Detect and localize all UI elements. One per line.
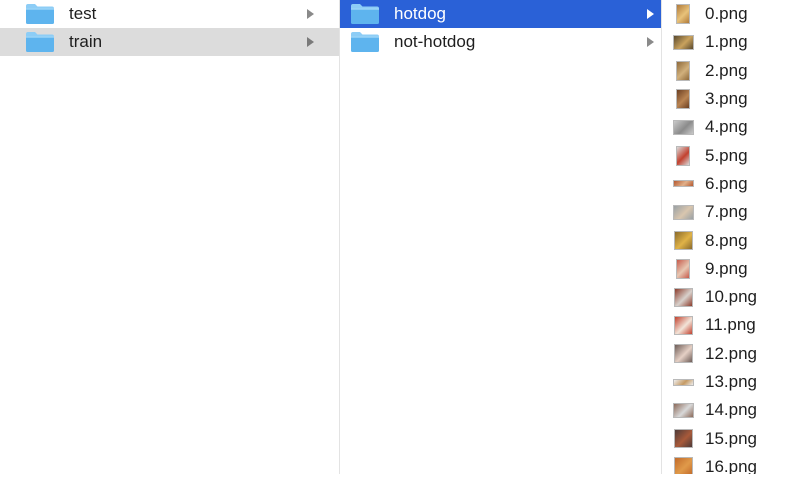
thumbnail-image — [672, 119, 694, 135]
folder-name: train — [69, 32, 103, 51]
disclosure-triangle-icon — [307, 37, 314, 47]
file-row[interactable]: 9.png — [662, 255, 785, 283]
file-row[interactable]: 7.png — [662, 198, 785, 226]
thumbnail-image — [672, 34, 694, 50]
folder-row-train[interactable]: train — [0, 28, 339, 56]
disclosure-triangle-icon — [647, 9, 654, 19]
file-name: 16.png — [705, 456, 757, 474]
file-row[interactable]: 11.png — [662, 311, 785, 339]
file-row[interactable]: 6.png — [662, 170, 785, 198]
image-thumbnail-icon — [672, 173, 694, 195]
thumbnail-image — [676, 4, 690, 25]
column-browser: test train hotdog not-hotdog 0.png 1.png 2… — [0, 0, 785, 482]
file-name: 7.png — [705, 202, 748, 222]
file-row[interactable]: 0.png — [662, 0, 785, 28]
file-row[interactable]: 10.png — [662, 283, 785, 311]
image-thumbnail-icon — [672, 399, 694, 421]
file-name: 15.png — [705, 428, 757, 448]
folder-name: not-hotdog — [394, 32, 476, 51]
image-thumbnail-icon — [672, 314, 694, 336]
thumbnail-image — [676, 145, 690, 166]
disclosure-triangle-icon — [647, 37, 654, 47]
column-train: hotdog not-hotdog — [340, 0, 661, 474]
folder-icon — [26, 4, 54, 24]
image-thumbnail-icon — [672, 230, 694, 252]
file-name: 11.png — [705, 315, 756, 335]
file-name: 9.png — [705, 258, 748, 278]
image-thumbnail-icon — [672, 60, 694, 82]
thumbnail-image — [673, 231, 693, 251]
column-hotdog: 0.png 1.png 2.png 3.png 4.png 5.png 6.png 7.png… — [662, 0, 785, 474]
file-name: 14.png — [705, 400, 757, 420]
folder-row-test[interactable]: test — [0, 0, 339, 28]
file-name: 5.png — [705, 145, 748, 165]
thumbnail-image — [673, 457, 693, 474]
thumbnail-image — [676, 258, 690, 279]
file-name: 3.png — [705, 89, 748, 109]
file-name: 4.png — [705, 117, 748, 137]
image-thumbnail-icon — [672, 31, 694, 53]
folder-row-not-hotdog[interactable]: not-hotdog — [340, 28, 661, 56]
image-thumbnail-icon — [672, 456, 694, 474]
file-name: 1.png — [705, 32, 748, 52]
thumbnail-image — [676, 60, 690, 81]
image-thumbnail-icon — [672, 371, 694, 393]
file-row[interactable]: 14.png — [662, 396, 785, 424]
image-thumbnail-icon — [672, 201, 694, 223]
thumbnail-image — [673, 287, 693, 307]
folder-name: test — [69, 4, 97, 23]
image-thumbnail-icon — [672, 145, 694, 167]
thumbnail-image — [673, 344, 693, 364]
folder-icon — [351, 32, 379, 52]
file-row[interactable]: 16.png — [662, 453, 785, 474]
file-row[interactable]: 2.png — [662, 57, 785, 85]
thumbnail-image — [672, 204, 694, 220]
image-thumbnail-icon — [672, 343, 694, 365]
file-name: 13.png — [705, 372, 757, 391]
file-name: 8.png — [705, 230, 748, 250]
image-thumbnail-icon — [672, 428, 694, 450]
image-thumbnail-icon — [672, 258, 694, 280]
folder-icon — [26, 32, 54, 52]
folder-icon — [351, 4, 379, 24]
column-root: test train — [0, 0, 339, 474]
file-name: 6.png — [705, 173, 748, 193]
image-thumbnail-icon — [672, 286, 694, 308]
file-row[interactable]: 8.png — [662, 226, 785, 254]
thumbnail-image — [676, 89, 690, 110]
thumbnail-image — [673, 429, 693, 449]
thumbnail-image — [672, 378, 694, 386]
thumbnail-image — [673, 315, 693, 335]
file-name: 0.png — [705, 4, 748, 24]
image-thumbnail-icon — [672, 3, 694, 25]
file-row[interactable]: 3.png — [662, 85, 785, 113]
file-name: 10.png — [705, 287, 757, 307]
file-name: 2.png — [705, 60, 748, 80]
file-row[interactable]: 15.png — [662, 424, 785, 452]
file-row[interactable]: 4.png — [662, 113, 785, 141]
folder-row-hotdog[interactable]: hotdog — [340, 0, 661, 28]
disclosure-triangle-icon — [307, 9, 314, 19]
file-name: 12.png — [705, 343, 757, 363]
file-row[interactable]: 1.png — [662, 28, 785, 56]
file-row[interactable]: 12.png — [662, 340, 785, 368]
file-row[interactable]: 13.png — [662, 368, 785, 396]
image-thumbnail-icon — [672, 88, 694, 110]
folder-name: hotdog — [394, 4, 446, 23]
file-row[interactable]: 5.png — [662, 141, 785, 169]
image-thumbnail-icon — [672, 116, 694, 138]
thumbnail-image — [672, 180, 694, 188]
thumbnail-image — [672, 402, 694, 418]
